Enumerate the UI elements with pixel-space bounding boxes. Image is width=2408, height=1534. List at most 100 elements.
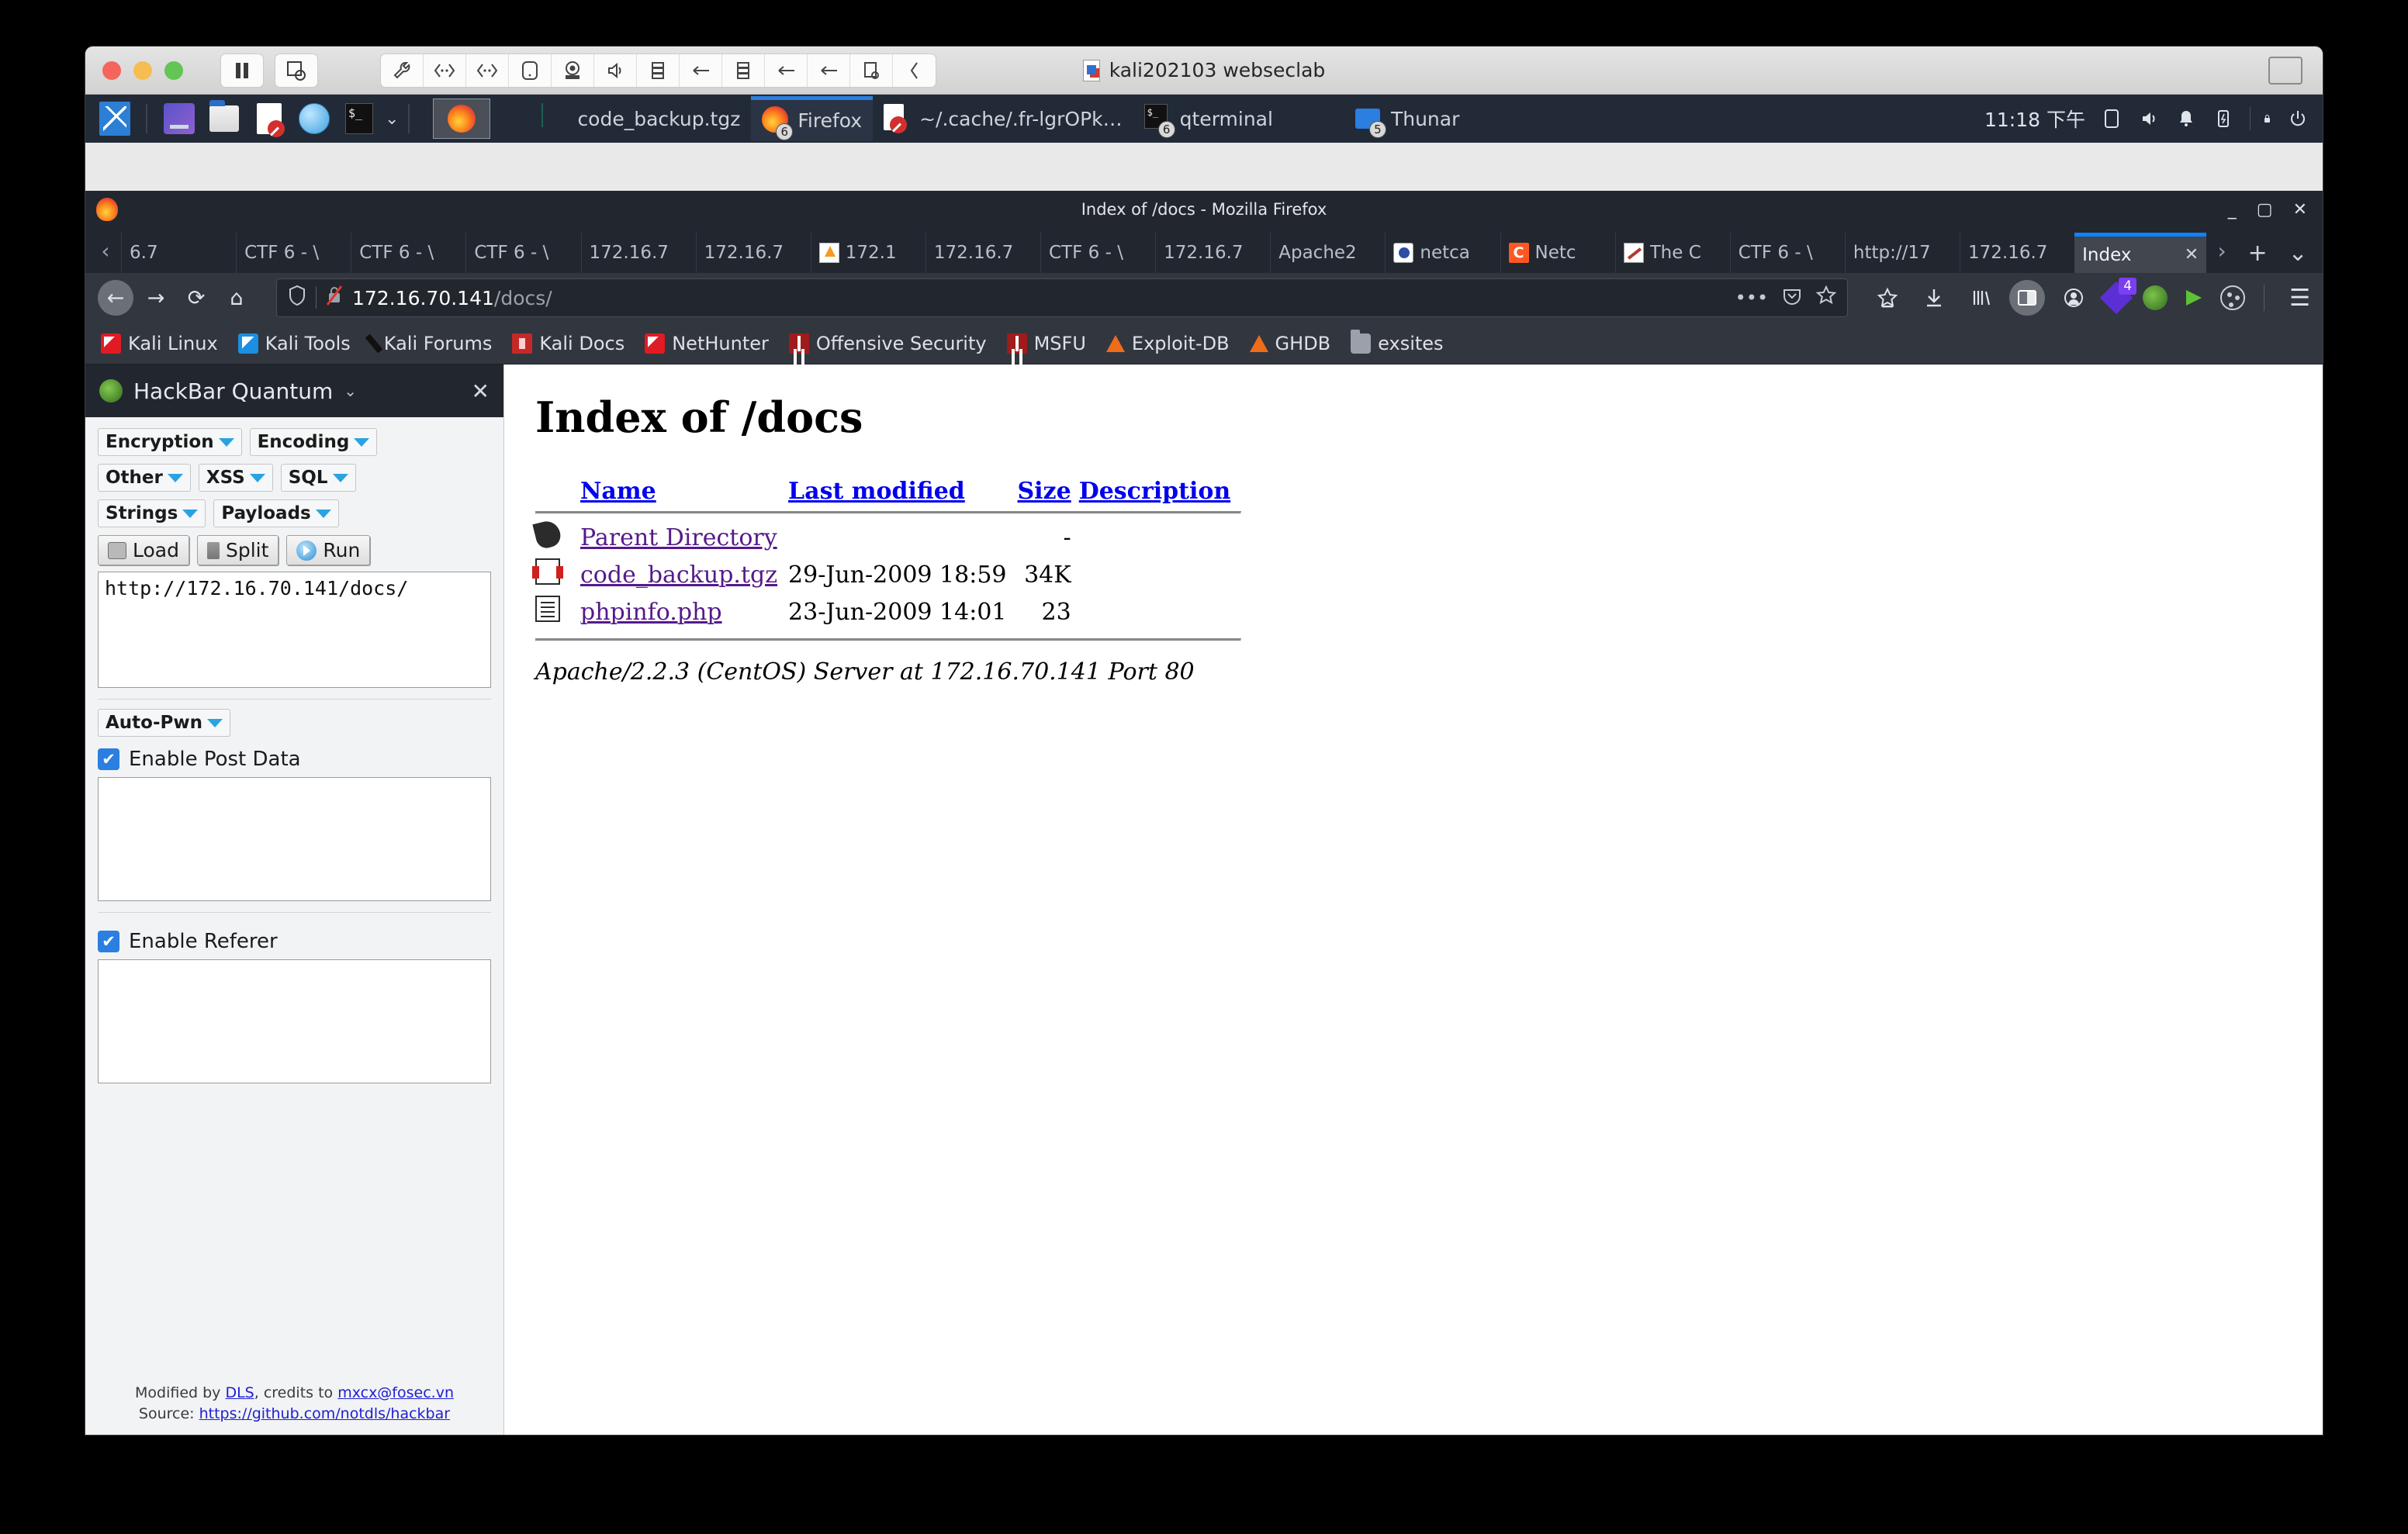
bookmark-ghdb[interactable]: GHDB xyxy=(1249,333,1330,354)
wrench-icon[interactable] xyxy=(381,54,424,87)
launcher-browser[interactable] xyxy=(296,100,333,137)
enable-post-data-row[interactable]: ✔ Enable Post Data xyxy=(98,748,491,771)
browser-tab[interactable]: CTF 6 - \ xyxy=(465,233,580,273)
close-icon[interactable]: ✕ xyxy=(472,378,490,404)
bookmark-offensive-security[interactable]: Offensive Security xyxy=(788,333,987,354)
insecure-connection-icon[interactable] xyxy=(326,285,343,311)
url-bar[interactable]: 172.16.70.141/docs/ ••• xyxy=(276,278,1849,317)
new-tab-button[interactable]: + xyxy=(2237,233,2278,273)
file-link-code-backup[interactable]: code_backup.tgz xyxy=(580,561,777,589)
load-url-button[interactable]: Load xyxy=(98,535,189,565)
launcher-firefox[interactable] xyxy=(433,98,491,139)
chevron-down-icon[interactable]: ⌄ xyxy=(344,382,357,400)
volume-icon[interactable] xyxy=(2138,107,2160,130)
other-menu-button[interactable]: Other xyxy=(98,464,191,492)
browser-tab-active[interactable]: Index ✕ xyxy=(2074,233,2207,273)
browser-tab[interactable]: 172.16.7 xyxy=(1155,233,1270,273)
enable-referer-checkbox[interactable]: ✔ xyxy=(98,931,119,952)
launcher-thunar[interactable] xyxy=(161,100,198,137)
vm-snapshot-button[interactable] xyxy=(275,53,318,88)
vm-pause-button[interactable] xyxy=(220,53,264,88)
browser-tab[interactable]: CTF 6 - \ xyxy=(351,233,465,273)
tab-scroll-left-button[interactable]: ‹ xyxy=(90,228,121,273)
credits-link[interactable]: mxcx@fosec.vn xyxy=(337,1384,454,1401)
taskbar-item-archive[interactable]: code_backup.tgz xyxy=(531,96,751,141)
dls-link[interactable]: DLS xyxy=(225,1384,254,1401)
browser-tab[interactable]: Apache2 xyxy=(1270,233,1385,273)
sort-by-date-link[interactable]: Last modified xyxy=(788,478,965,505)
post-data-input[interactable] xyxy=(98,777,491,901)
bookmark-kali-tools[interactable]: Kali Tools xyxy=(237,333,351,354)
usb-icon-2[interactable] xyxy=(765,54,808,87)
taskbar-item-cache-archive[interactable]: ~/.cache/.fr-lgrOPk… xyxy=(873,96,1133,141)
sql-menu-button[interactable]: SQL xyxy=(280,464,356,492)
launcher-files[interactable] xyxy=(206,100,243,137)
auto-pwn-menu-button[interactable]: Auto-Pwn xyxy=(98,709,230,737)
camera-icon[interactable] xyxy=(552,54,594,87)
lock-icon[interactable] xyxy=(2250,107,2271,130)
sort-by-name-link[interactable]: Name xyxy=(580,478,656,505)
kali-menu-button[interactable] xyxy=(93,101,137,136)
back-button[interactable]: ← xyxy=(98,280,133,316)
taskbar-item-thunar[interactable]: 5 Thunar xyxy=(1344,96,1470,141)
browser-tab[interactable]: 6.7 xyxy=(121,233,236,273)
maximize-button[interactable]: ▢ xyxy=(2257,200,2273,219)
list-all-tabs-button[interactable]: ⌄ xyxy=(2278,233,2318,273)
bookmark-star-icon[interactable] xyxy=(1815,285,1837,310)
xss-menu-button[interactable]: XSS xyxy=(198,464,273,492)
source-link[interactable]: https://github.com/notdls/hackbar xyxy=(199,1405,450,1422)
browser-tab[interactable]: netca xyxy=(1385,233,1500,273)
bookmark-nethunter[interactable]: NetHunter xyxy=(645,333,769,354)
url-text[interactable]: 172.16.70.141/docs/ xyxy=(352,287,552,309)
home-button[interactable]: ⌂ xyxy=(219,280,254,316)
close-window-button[interactable] xyxy=(102,60,121,80)
browser-tab[interactable]: 172.16.7 xyxy=(580,233,696,273)
taskbar-item-qterminal[interactable]: $_ 6 qterminal xyxy=(1133,96,1284,141)
network-icon[interactable] xyxy=(424,54,466,87)
browser-tab[interactable]: C Netc xyxy=(1500,233,1615,273)
page-actions-icon[interactable]: ••• xyxy=(1735,287,1768,309)
sort-by-description-link[interactable]: Description xyxy=(1079,478,1231,505)
encoding-menu-button[interactable]: Encoding xyxy=(249,428,378,456)
browser-tab[interactable]: 172.16.7 xyxy=(1960,233,2074,273)
notification-icon[interactable] xyxy=(2175,107,2197,130)
bookmark-kali-forums[interactable]: Kali Forums xyxy=(365,333,492,354)
file-link-phpinfo[interactable]: phpinfo.php xyxy=(580,599,722,626)
sort-by-size-link[interactable]: Size xyxy=(1018,478,1071,505)
close-button[interactable]: ✕ xyxy=(2293,200,2307,219)
bookmark-exsites-folder[interactable]: exsites xyxy=(1351,329,1444,354)
shield-icon[interactable] xyxy=(288,285,306,311)
enable-referer-row[interactable]: ✔ Enable Referer xyxy=(98,930,491,953)
launcher-texteditor[interactable] xyxy=(251,100,288,137)
close-icon[interactable]: ✕ xyxy=(2185,245,2199,264)
save-to-pocket-icon[interactable] xyxy=(1870,280,1905,316)
printer-icon[interactable] xyxy=(850,54,893,87)
cookie-extension-icon[interactable] xyxy=(2219,284,2247,312)
bookmark-kali-linux[interactable]: Kali Linux xyxy=(101,333,218,354)
tab-scroll-right-button[interactable]: › xyxy=(2206,228,2237,273)
downloads-icon[interactable] xyxy=(1916,280,1952,316)
usb-stack-icon-2[interactable] xyxy=(722,54,765,87)
display-icon[interactable] xyxy=(2101,107,2123,130)
minimize-button[interactable]: _ xyxy=(2228,200,2237,219)
enable-post-data-checkbox[interactable]: ✔ xyxy=(98,748,119,770)
collapse-toolbar-icon[interactable] xyxy=(893,54,936,87)
harddisk-icon[interactable] xyxy=(509,54,552,87)
strings-menu-button[interactable]: Strings xyxy=(98,499,206,527)
bookmark-msfu[interactable]: MSFU xyxy=(1006,333,1086,354)
minimize-window-button[interactable] xyxy=(133,60,152,80)
library-icon[interactable] xyxy=(1963,280,1998,316)
logout-icon[interactable] xyxy=(2287,107,2309,130)
payloads-menu-button[interactable]: Payloads xyxy=(213,499,339,527)
usb-stack-icon[interactable] xyxy=(637,54,680,87)
extension-layers-icon[interactable]: 4 xyxy=(2099,278,2137,315)
browser-tab[interactable]: CTF 6 - \ xyxy=(1040,233,1155,273)
reload-button[interactable]: ⟳ xyxy=(178,280,214,316)
parent-directory-link[interactable]: Parent Directory xyxy=(580,524,777,551)
forward-button[interactable]: → xyxy=(138,280,174,316)
speaker-icon[interactable] xyxy=(594,54,637,87)
browser-tab[interactable]: CTF 6 - \ xyxy=(1729,233,1845,273)
launcher-terminal[interactable]: $_ xyxy=(341,100,378,137)
bookmark-kali-docs[interactable]: Kali Docs xyxy=(512,333,624,354)
chevron-down-icon[interactable]: ⌄ xyxy=(385,109,399,129)
